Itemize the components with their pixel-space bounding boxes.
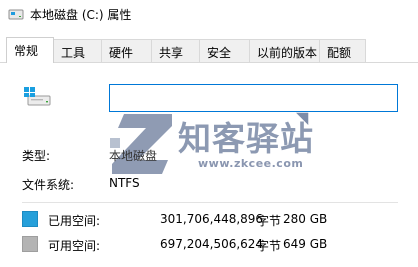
watermark-title: 知客驿站 xyxy=(178,119,314,158)
tab-label: 共享 xyxy=(159,46,184,60)
filesystem-value: NTFS xyxy=(109,176,140,190)
tab-tools[interactable]: 工具 xyxy=(53,39,102,62)
watermark-url: www.zkcee.com xyxy=(198,157,304,170)
drive-icon xyxy=(22,85,54,112)
section-divider xyxy=(22,202,398,203)
tab-label: 安全 xyxy=(207,46,232,60)
type-value: 本地磁盘 xyxy=(109,149,158,163)
general-panel: 知客驿站 ◥ www.zkcee.com 类型: 本地磁盘 文件系统: NTFS… xyxy=(0,63,418,267)
free-space-size: 649 GB xyxy=(283,237,328,251)
free-space-swatch xyxy=(22,236,38,252)
used-space-unit: 字节 xyxy=(257,214,282,228)
free-space-unit: 字节 xyxy=(257,239,282,253)
tab-label: 以前的版本 xyxy=(257,46,318,60)
tab-general[interactable]: 常规 xyxy=(6,37,54,63)
watermark: 知客驿站 ◥ www.zkcee.com xyxy=(104,106,314,181)
free-space-label: 可用空间: xyxy=(48,239,101,253)
watermark-mark-icon: ◥ xyxy=(296,108,309,127)
used-space-swatch xyxy=(22,211,38,227)
tab-bar: 常规 工具 硬件 共享 安全 以前的版本 配额 xyxy=(0,37,418,63)
tab-hardware[interactable]: 硬件 xyxy=(101,39,152,62)
title-bar: 本地磁盘 (C:) 属性 xyxy=(0,0,418,30)
tab-quota[interactable]: 配额 xyxy=(319,39,366,62)
drive-icon xyxy=(8,8,24,25)
tab-label: 硬件 xyxy=(109,46,134,60)
tab-previous-versions[interactable]: 以前的版本 xyxy=(249,39,320,62)
used-space-bytes: 301,706,448,896 xyxy=(160,212,264,226)
used-space-label: 已用空间: xyxy=(48,214,101,228)
window-title: 本地磁盘 (C:) 属性 xyxy=(30,8,132,22)
tab-security[interactable]: 安全 xyxy=(199,39,250,62)
free-space-bytes: 697,204,506,624 xyxy=(160,237,264,251)
type-label: 类型: xyxy=(22,149,51,163)
tab-sharing[interactable]: 共享 xyxy=(151,39,200,62)
tab-label: 配额 xyxy=(327,46,352,60)
watermark-logo-icon xyxy=(106,108,174,183)
tab-label: 工具 xyxy=(61,46,86,60)
used-space-size: 280 GB xyxy=(283,212,328,226)
filesystem-label: 文件系统: xyxy=(22,178,75,192)
tab-label: 常规 xyxy=(14,44,39,58)
